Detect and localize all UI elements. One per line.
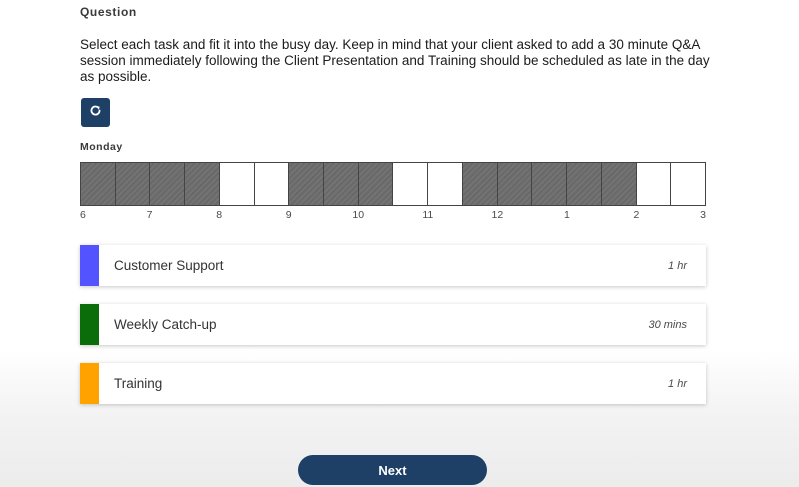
- free-slot[interactable]: [254, 163, 290, 205]
- hour-label: 6: [80, 209, 86, 221]
- task-customer-support[interactable]: Customer Support 1 hr: [80, 245, 706, 286]
- busy-slot: [462, 163, 498, 205]
- free-slot[interactable]: [636, 163, 672, 205]
- hour-label: 1: [563, 209, 570, 221]
- hour-label: 9: [285, 209, 292, 221]
- free-slot[interactable]: [428, 163, 463, 205]
- task-training[interactable]: Training 1 hr: [80, 363, 706, 404]
- busy-slot: [150, 163, 186, 205]
- free-slot[interactable]: [219, 163, 255, 205]
- task-color-swatch: [80, 245, 99, 286]
- hour-label: 7: [146, 209, 153, 221]
- task-duration: 1 hr: [668, 259, 687, 272]
- busy-slot: [289, 163, 325, 205]
- task-duration: 1 hr: [668, 377, 687, 390]
- busy-slot: [358, 163, 394, 205]
- day-label: Monday: [80, 141, 123, 153]
- hour-label: 12: [491, 209, 504, 221]
- task-weekly-catch-up[interactable]: Weekly Catch-up 30 mins: [80, 304, 706, 345]
- hour-label: 8: [216, 209, 223, 221]
- task-name: Customer Support: [114, 258, 224, 273]
- hour-axis: 6 7 8 9 10 11 12 1 2 3: [80, 209, 706, 223]
- hour-label: 10: [352, 209, 365, 221]
- busy-slot: [324, 163, 359, 205]
- free-slot[interactable]: [671, 163, 705, 205]
- question-label: Question: [80, 5, 137, 19]
- task-color-swatch: [80, 304, 99, 345]
- busy-slot: [81, 163, 116, 205]
- task-duration: 30 mins: [648, 318, 687, 331]
- busy-slot: [601, 163, 637, 205]
- reset-button[interactable]: [81, 98, 110, 127]
- free-slot[interactable]: [393, 163, 429, 205]
- hour-label: 2: [633, 209, 640, 221]
- busy-slot: [567, 163, 602, 205]
- task-color-swatch: [80, 363, 99, 404]
- schedule-bar[interactable]: [80, 162, 706, 206]
- busy-slot: [497, 163, 533, 205]
- busy-slot: [185, 163, 220, 205]
- task-name: Training: [114, 376, 163, 391]
- busy-slot: [532, 163, 568, 205]
- hour-label: 3: [700, 209, 706, 221]
- hour-label: 11: [422, 209, 434, 221]
- refresh-icon: [89, 104, 102, 122]
- task-name: Weekly Catch-up: [114, 317, 217, 332]
- question-text: Select each task and fit it into the bus…: [80, 37, 710, 84]
- busy-slot: [115, 163, 151, 205]
- next-button[interactable]: Next: [298, 455, 487, 485]
